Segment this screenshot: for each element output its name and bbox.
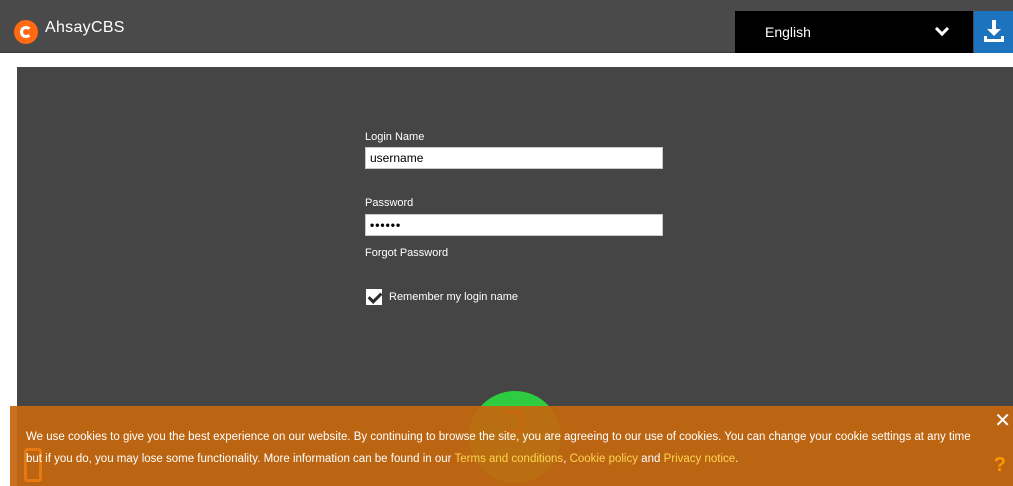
app-title: AhsayCBS (45, 19, 125, 36)
close-icon[interactable]: ✕ (994, 410, 1011, 430)
language-select[interactable]: English (735, 11, 973, 53)
login-name-input[interactable]: username (365, 147, 663, 169)
password-label: Password (365, 197, 414, 209)
terms-link[interactable]: Terms and conditions (455, 453, 564, 465)
privacy-notice-link[interactable]: Privacy notice (664, 453, 736, 465)
cookie-text-end: . (735, 453, 739, 465)
password-input[interactable]: •••••• (365, 214, 663, 236)
cookie-separator: and (637, 453, 664, 465)
language-selected-value: English (765, 24, 811, 40)
forgot-password-link[interactable]: Forgot Password (365, 247, 448, 259)
remember-label: Remember my login name (389, 291, 518, 303)
cookie-message: We use cookies to give you the best expe… (26, 426, 981, 470)
download-icon-arrowhead (987, 29, 1001, 36)
chevron-down-icon (934, 21, 950, 37)
cookie-banner: We use cookies to give you the best expe… (10, 406, 1013, 486)
download-button[interactable] (974, 11, 1013, 53)
remember-checkbox[interactable] (366, 289, 382, 305)
ahsay-logo-icon (14, 20, 38, 44)
cookie-policy-link[interactable]: Cookie policy (570, 453, 638, 465)
help-icon[interactable]: ? (994, 454, 1006, 477)
login-name-label: Login Name (365, 131, 425, 143)
download-icon-tray (984, 36, 1004, 42)
